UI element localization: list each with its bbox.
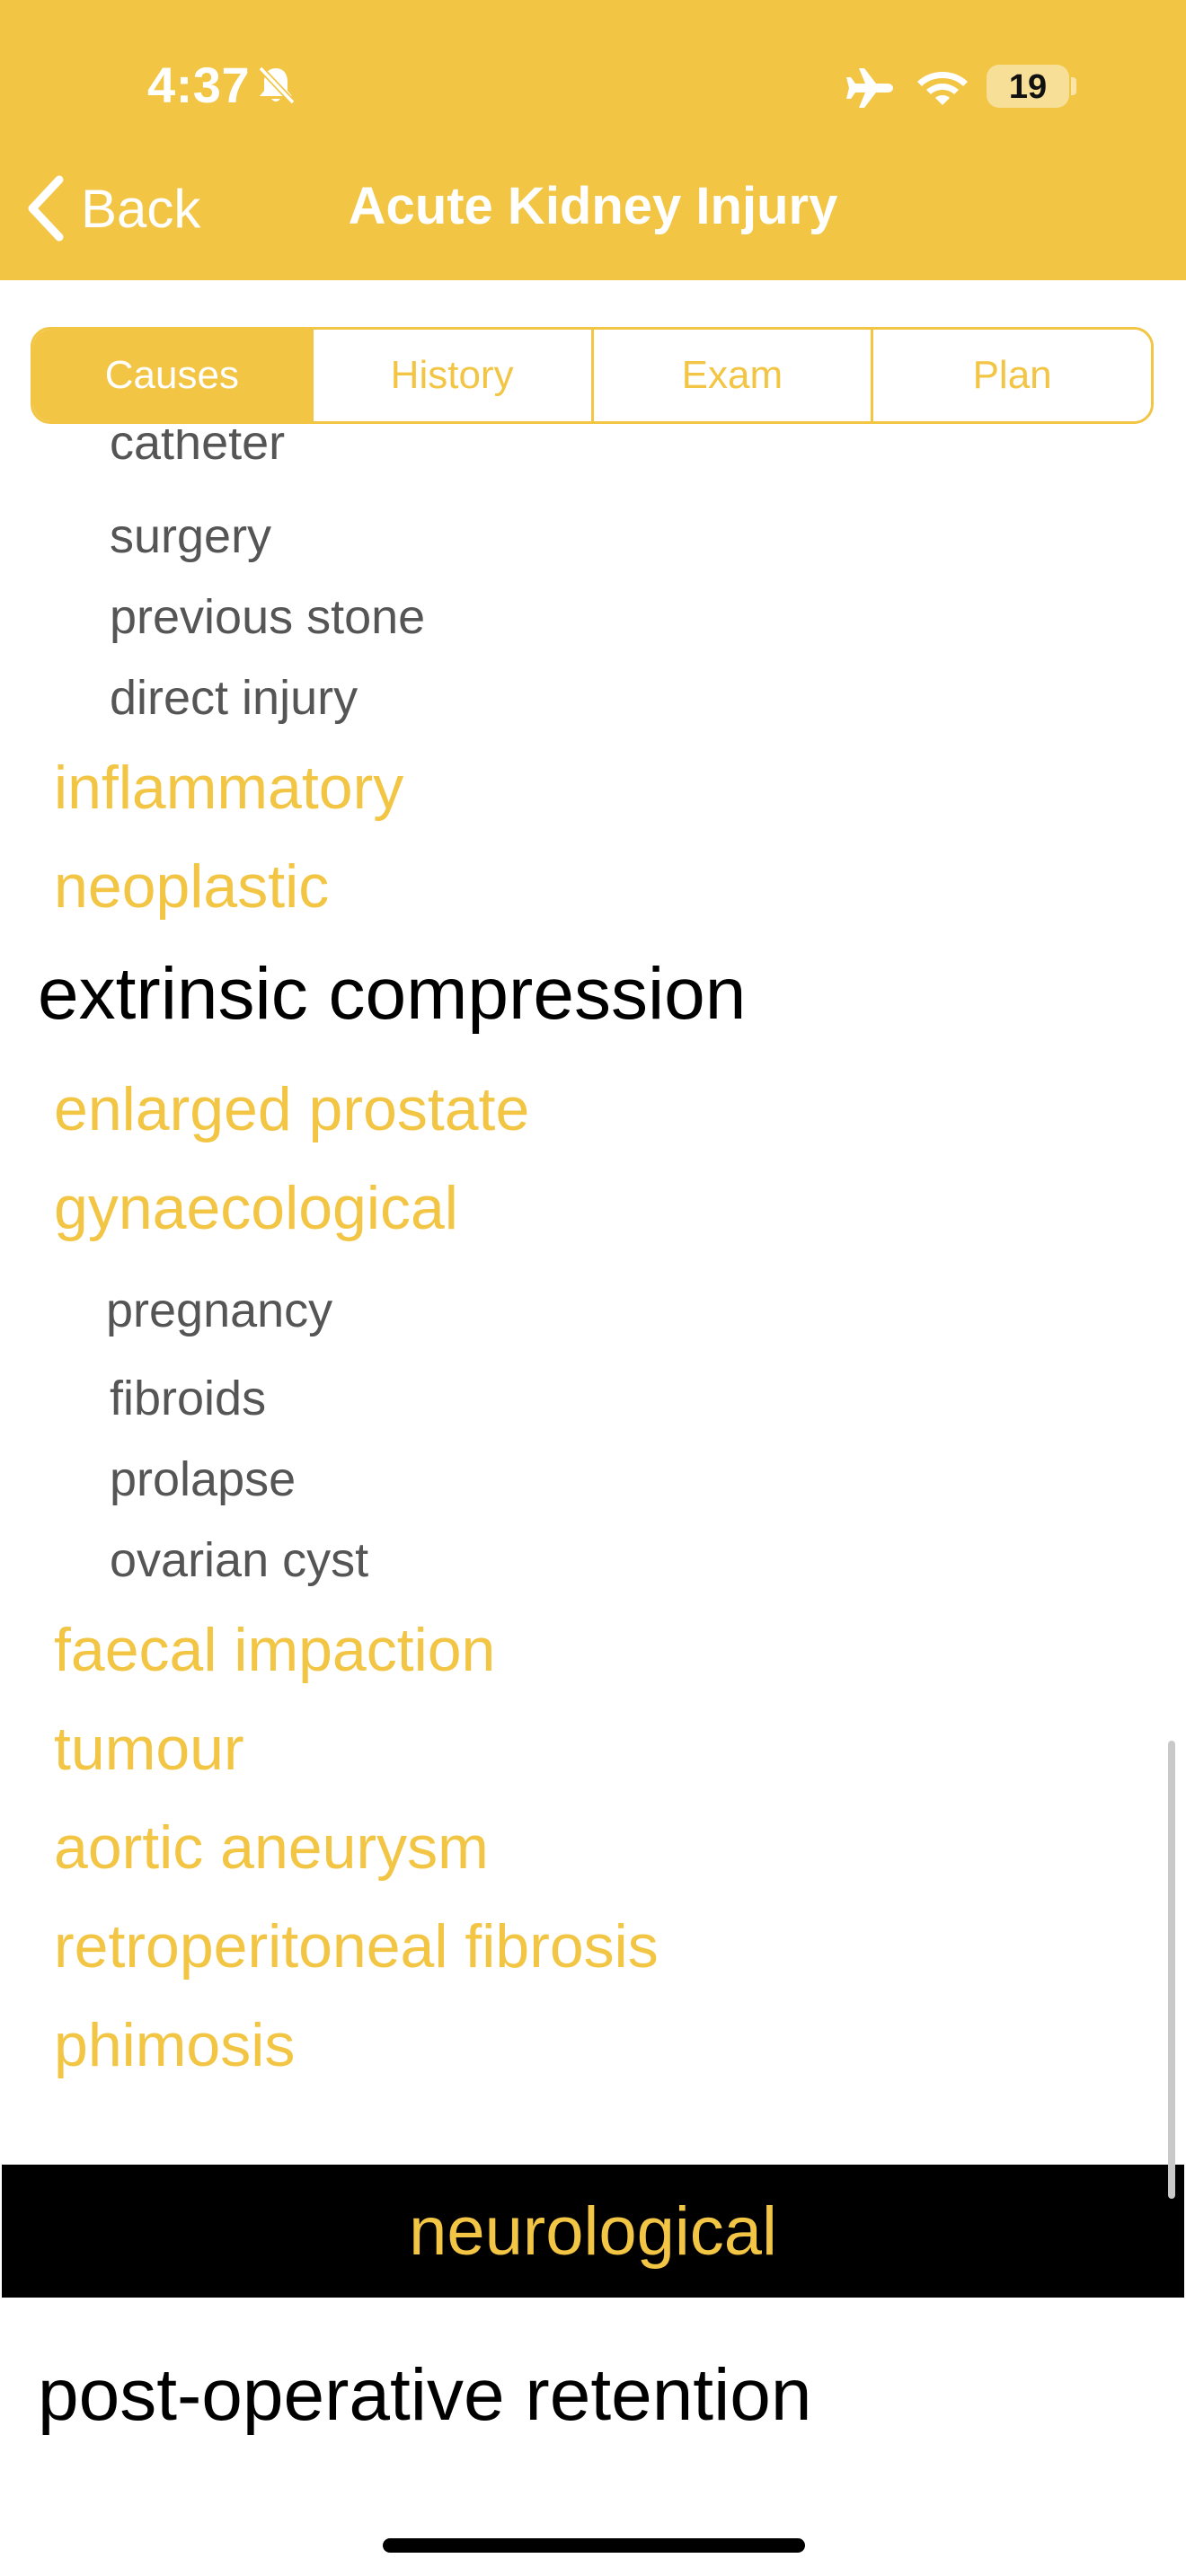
airplane-icon [846,68,893,108]
status-time: 4:37 [147,57,251,113]
segment-bar: Causes History Exam Plan [0,280,1186,429]
bell-slash-icon [258,66,296,105]
list-item-link[interactable]: retroperitoneal fibrosis [54,1911,659,1981]
navigation-header: 4:37 19 Back Acute Kidney Injury [0,0,1186,280]
list-item-link[interactable]: neoplastic [54,851,329,922]
list-subitem: fibroids [110,1372,267,1425]
list-item-link[interactable]: enlarged prostate [54,1074,529,1144]
section-header-bar: neurological [2,2165,1184,2298]
scrollbar[interactable] [1168,1741,1175,2199]
list-item-link[interactable]: faecal impaction [54,1615,495,1685]
tab-causes[interactable]: Causes [33,330,311,421]
list-subitem: direct injury [110,671,358,725]
list-item-link[interactable]: phimosis [54,2010,295,2080]
list-subitem: pregnancy [106,1284,333,1337]
tab-plan[interactable]: Plan [871,330,1151,421]
home-indicator[interactable] [383,2538,805,2553]
list-subitem: surgery [110,509,272,563]
tab-exam[interactable]: Exam [590,330,872,421]
battery-level: 19 [1008,68,1048,106]
section-heading: post-operative retention [38,2354,812,2436]
list-item-link[interactable]: inflammatory [54,753,403,823]
page-title: Acute Kidney Injury [348,177,838,235]
section-heading: extrinsic compression [38,953,747,1035]
list-subitem: previous stone [110,590,426,644]
section-header-label: neurological [409,2192,777,2270]
segmented-control: Causes History Exam Plan [31,327,1154,424]
list-subitem: ovarian cyst [110,1533,369,1587]
wifi-icon [917,72,968,105]
list-item-link[interactable]: aortic aneurysm [54,1813,489,1883]
list-subitem: prolapse [110,1452,296,1506]
battery-icon: 19 [987,65,1069,108]
list-item-link[interactable]: tumour [54,1714,244,1784]
battery-nub [1071,77,1076,95]
tab-history[interactable]: History [310,330,591,421]
list-item-link[interactable]: gynaecological [54,1173,458,1243]
